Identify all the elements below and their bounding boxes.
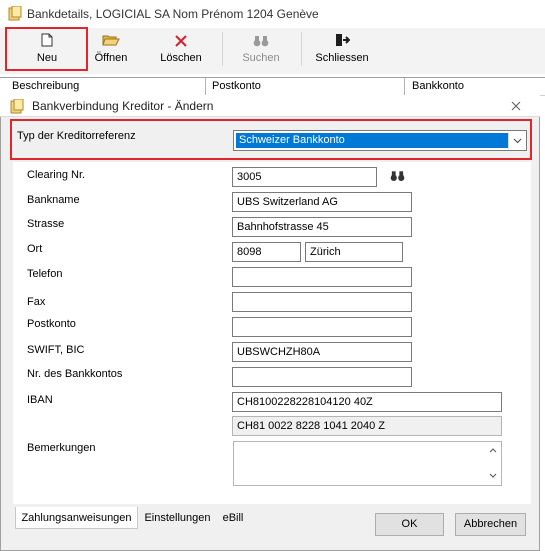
postkonto-input[interactable]	[232, 317, 412, 337]
strasse-label: Strasse	[27, 218, 65, 230]
binoculars-icon	[236, 33, 286, 51]
open-folder-icon	[88, 33, 134, 51]
tab-zahlungsanweisungen[interactable]: Zahlungsanweisungen	[15, 507, 138, 529]
swift-label: SWIFT, BIC	[27, 344, 85, 356]
delete-button[interactable]: Löschen	[152, 30, 210, 70]
reference-type-highlight	[10, 119, 532, 160]
scroll-up-icon[interactable]	[489, 447, 497, 453]
column-header-postkonto[interactable]: Postkonto	[212, 80, 261, 92]
binoculars-icon[interactable]	[390, 170, 405, 182]
ok-button[interactable]: OK	[375, 513, 444, 536]
dialog-title: Bankverbindung Kreditor - Ändern	[32, 99, 214, 113]
outer-window-titlebar: Bankdetails, LOGICIAL SA Nom Prénom 1204…	[0, 0, 545, 28]
bankname-label: Bankname	[27, 194, 80, 206]
column-divider[interactable]	[404, 78, 405, 95]
bank-account-number-label: Nr. des Bankkontos	[27, 368, 123, 380]
iban-formatted-display: CH81 0022 8228 1041 2040 Z	[232, 416, 502, 436]
column-divider[interactable]	[205, 78, 206, 95]
postkonto-label: Postkonto	[27, 318, 76, 330]
exit-door-icon	[311, 33, 373, 51]
swift-input[interactable]: UBSWCHZH80A	[232, 342, 412, 362]
dialog-app-icon	[10, 99, 24, 114]
scroll-down-icon[interactable]	[489, 473, 497, 479]
telefon-input[interactable]	[232, 267, 412, 287]
new-button-highlight	[5, 27, 88, 71]
outer-window-title: Bankdetails, LOGICIAL SA Nom Prénom 1204…	[27, 7, 319, 21]
ort-label: Ort	[27, 243, 43, 255]
telefon-label: Telefon	[27, 268, 63, 280]
iban-input[interactable]: CH8100228228104120 40Z	[232, 392, 502, 412]
bankname-input[interactable]: UBS Switzerland AG	[232, 192, 412, 212]
clearing-label: Clearing Nr.	[27, 169, 86, 181]
close-button[interactable]: Schliessen	[311, 30, 373, 70]
tab-einstellungen[interactable]: Einstellungen	[140, 507, 215, 529]
open-button[interactable]: Öffnen	[88, 30, 134, 70]
column-header-bankkonto[interactable]: Bankkonto	[412, 80, 464, 92]
search-button[interactable]: Suchen	[236, 30, 286, 70]
delete-x-icon	[152, 33, 210, 51]
scrollbar[interactable]	[485, 442, 501, 485]
column-header-beschreibung[interactable]: Beschreibung	[12, 80, 79, 92]
plz-input[interactable]: 8098	[232, 242, 301, 262]
fax-label: Fax	[27, 296, 46, 308]
clearing-input[interactable]: 3005	[232, 167, 377, 187]
ort-input[interactable]: Zürich	[305, 242, 403, 262]
bemerkungen-label: Bemerkungen	[27, 442, 96, 454]
bank-account-number-input[interactable]	[232, 367, 412, 387]
iban-label: IBAN	[27, 394, 53, 406]
toolbar-separator	[222, 32, 223, 66]
cancel-button[interactable]: Abbrechen	[455, 513, 526, 536]
close-icon[interactable]	[511, 101, 521, 111]
dialog-titlebar: Bankverbindung Kreditor - Ändern	[0, 95, 540, 117]
grid-header: Beschreibung Postkonto Bankkonto	[0, 77, 545, 96]
tab-ebill[interactable]: eBill	[218, 507, 248, 529]
app-icon	[8, 6, 22, 21]
bemerkungen-textarea[interactable]	[233, 441, 502, 486]
strasse-input[interactable]: Bahnhofstrasse 45	[232, 217, 412, 237]
fax-input[interactable]	[232, 292, 412, 312]
toolbar-separator	[301, 32, 302, 66]
